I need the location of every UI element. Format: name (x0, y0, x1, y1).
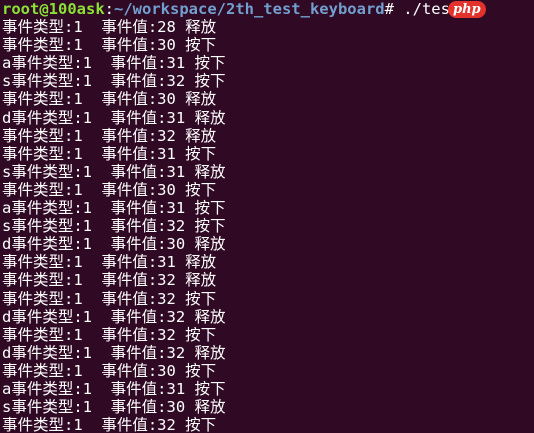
output-line: a事件类型:1 事件值:31 按下 (2, 54, 226, 73)
php-watermark-logo: php (448, 1, 486, 18)
terminal-output: 事件类型:1 事件值:28 释放 事件类型:1 事件值:30 按下 a事件类型:1 … (2, 18, 534, 433)
output-line: s事件类型:1 事件值:31 释放 (2, 162, 226, 181)
prompt-user-host: root@100ask (2, 0, 105, 18)
output-line: 事件类型:1 事件值:32 释放 (2, 271, 217, 290)
prompt-symbol: # (384, 0, 404, 18)
output-line: 事件类型:1 事件值:32 释放 (2, 126, 217, 145)
output-line: s事件类型:1 事件值:32 按下 (2, 217, 226, 236)
output-line: 事件类型:1 事件值:30 按下 (2, 361, 217, 380)
output-line: s事件类型:1 事件值:32 按下 (2, 72, 226, 91)
prompt-separator: : (104, 0, 114, 18)
output-line: a事件类型:1 事件值:31 按下 (2, 379, 226, 398)
output-line: 事件类型:1 事件值:30 按下 (2, 180, 217, 199)
output-line: d事件类型:1 事件值:32 释放 (2, 343, 226, 362)
terminal-window[interactable]: root@100ask:~/workspace/2th_test_keyboar… (0, 0, 534, 433)
output-line: 事件类型:1 事件值:32 按下 (2, 416, 217, 433)
output-line: 事件类型:1 事件值:31 释放 (2, 253, 217, 272)
output-line: 事件类型:1 事件值:30 按下 (2, 36, 217, 55)
output-line: 事件类型:1 事件值:28 释放 (2, 18, 217, 37)
output-line: 事件类型:1 事件值:31 按下 (2, 144, 217, 163)
prompt-path: ~/workspace/2th_test_keyboard (114, 0, 385, 18)
output-line: 事件类型:1 事件值:30 释放 (2, 90, 217, 109)
output-line: 事件类型:1 事件值:32 按下 (2, 325, 217, 344)
output-line: d事件类型:1 事件值:31 释放 (2, 108, 226, 127)
output-line: s事件类型:1 事件值:30 释放 (2, 398, 226, 417)
output-line: a事件类型:1 事件值:31 按下 (2, 199, 226, 218)
output-line: d事件类型:1 事件值:32 释放 (2, 307, 226, 326)
output-line: d事件类型:1 事件值:30 释放 (2, 235, 226, 254)
output-line: 事件类型:1 事件值:32 按下 (2, 289, 217, 308)
